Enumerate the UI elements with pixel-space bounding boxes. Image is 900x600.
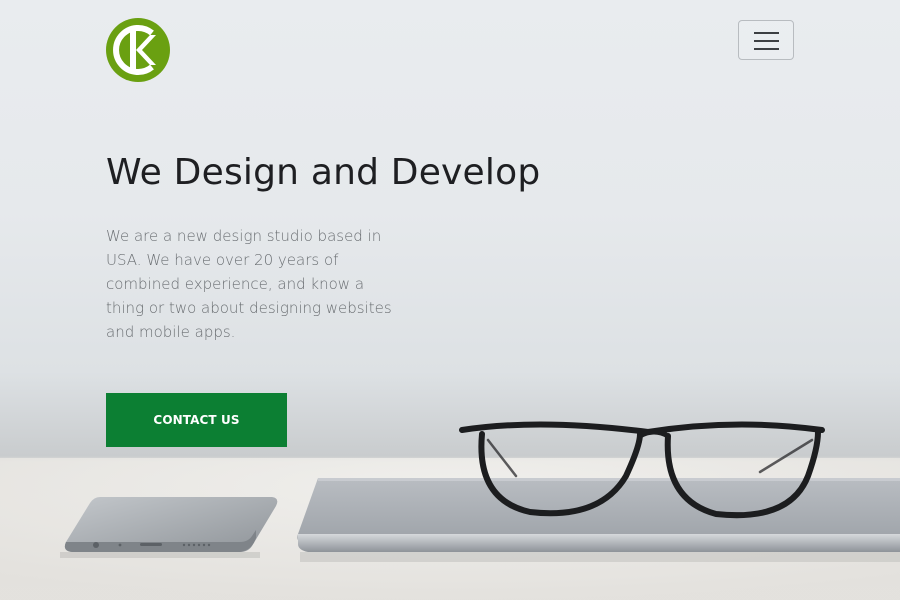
hamburger-icon (754, 32, 779, 50)
contact-us-button[interactable]: CONTACT US (106, 393, 287, 447)
brand-logo[interactable] (106, 17, 172, 83)
laptop-graphic (297, 478, 900, 562)
logo-mark-icon (106, 18, 170, 82)
phone-graphic (60, 497, 278, 558)
hero-description: We are a new design studio based in USA.… (106, 227, 392, 341)
glasses-graphic (459, 421, 825, 519)
menu-toggle-button[interactable] (738, 20, 794, 60)
hero-title: We Design and Develop (106, 152, 541, 193)
hero-section: We Design and Develop We are a new desig… (0, 0, 900, 600)
